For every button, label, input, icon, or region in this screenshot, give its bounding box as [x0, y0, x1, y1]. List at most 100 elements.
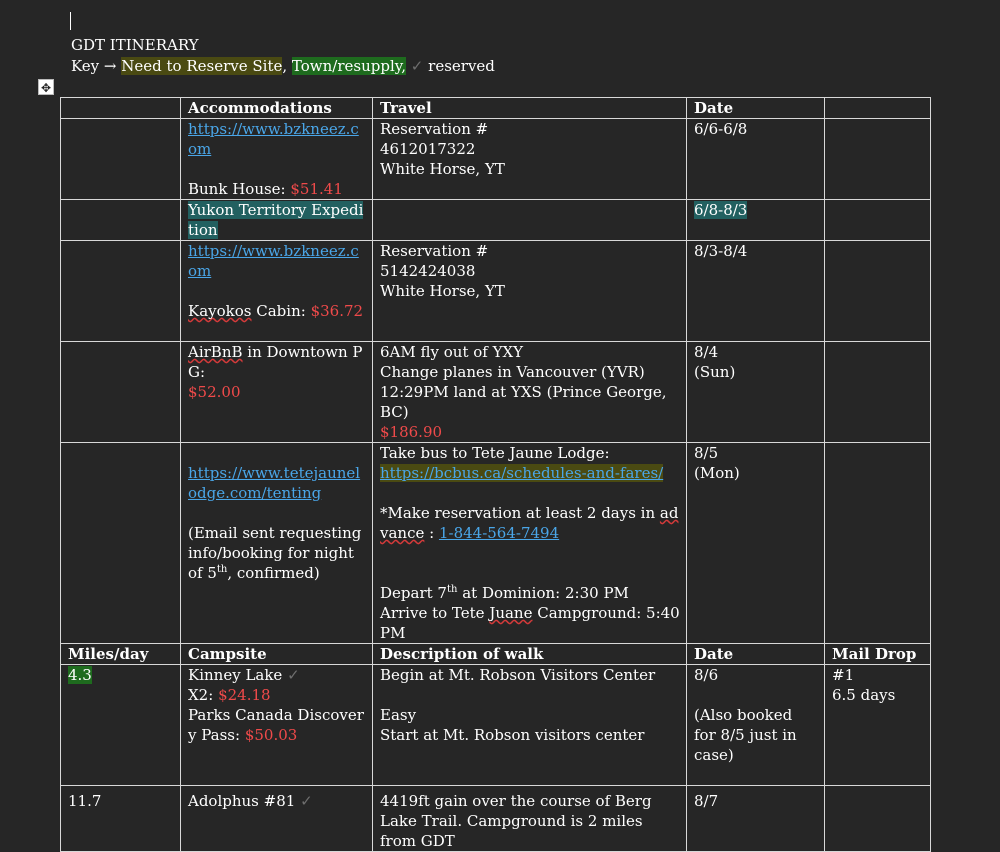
- travel-line: 6AM fly out of YXY: [380, 343, 524, 361]
- itinerary-table: Accommodations Travel Date https://www.b…: [60, 97, 931, 852]
- header-travel: Travel: [372, 97, 687, 119]
- header-blank: [824, 97, 931, 119]
- campsite-cell: Adolphus #81 ✓: [180, 785, 373, 852]
- mail-drop-cell: #1 6.5 days: [824, 664, 931, 786]
- spellcheck-word: AirBnB: [188, 343, 243, 361]
- travel-line: 5142424038: [380, 262, 476, 280]
- cell: [60, 240, 181, 342]
- table-row: 11.7 Adolphus #81 ✓ 4419ft gain over the…: [60, 785, 931, 852]
- travel-cell: Reservation # 5142424038 White Horse, YT: [372, 240, 687, 342]
- header-date: Date: [686, 97, 825, 119]
- header-description: Description of walk: [372, 643, 687, 665]
- travel-note-colon: :: [424, 524, 439, 542]
- cell: [60, 118, 181, 200]
- accommodation-link[interactable]: https://www.bzkneez.com: [188, 242, 366, 282]
- accommodation-link[interactable]: https://www.bzkneez.com: [188, 120, 366, 160]
- date-cell: 6/6-6/8: [686, 118, 825, 200]
- key-town-highlight: Town/resupply,: [291, 57, 407, 75]
- key-reserve-highlight: Need to Reserve Site: [121, 57, 283, 75]
- text-cursor: [70, 12, 71, 30]
- header-blank: [60, 97, 181, 119]
- miles-cell: 4.3: [60, 664, 181, 786]
- date-cell: 8/3-8/4: [686, 240, 825, 342]
- travel-cell: 6AM fly out of YXY Change planes in Vanc…: [372, 341, 687, 443]
- campsite-cell: Kinney Lake ✓ X2: $24.18 Parks Canada Di…: [180, 664, 373, 786]
- travel-line: 4612017322: [380, 140, 476, 158]
- mail-drop-days: 6.5 days: [832, 686, 896, 704]
- check-icon: ✓: [410, 57, 424, 75]
- campsite-name: Kinney Lake: [188, 666, 288, 684]
- expedition-highlight: Yukon Territory Expedition: [188, 201, 364, 239]
- date-cell: 8/5 (Mon): [686, 442, 825, 644]
- accommodation-label: Bunk House:: [188, 180, 286, 198]
- spellcheck-word: Kayokos: [188, 302, 252, 320]
- travel-cell: Reservation # 4612017322 White Horse, YT: [372, 118, 687, 200]
- date-cell: 6/8-8/3: [686, 199, 825, 241]
- check-icon: ✓: [300, 792, 313, 810]
- cell: [372, 199, 687, 241]
- table-row: https://www.tetejaunelodge.com/tenting (…: [60, 442, 931, 644]
- date-line: 8/5: [694, 444, 719, 462]
- cell: [824, 442, 931, 644]
- cell: [60, 199, 181, 241]
- key-legend: Key → Need to Reserve Site, Town/resuppl…: [71, 56, 495, 76]
- table-row: Yukon Territory Expedition 6/8-8/3: [60, 199, 931, 241]
- travel-line: Reservation #: [380, 242, 489, 260]
- cell: [824, 240, 931, 342]
- cell: [824, 118, 931, 200]
- key-reserved: reserved: [428, 57, 495, 75]
- header-accommodations: Accommodations: [180, 97, 373, 119]
- table-header-row: Accommodations Travel Date: [60, 97, 931, 119]
- accommodation-price: $52.00: [188, 383, 241, 401]
- key-prefix: Key →: [71, 57, 122, 75]
- parks-pass-price: $50.03: [244, 726, 298, 744]
- header-date: Date: [686, 643, 825, 665]
- travel-cell: Take bus to Tete Jaune Lodge: https://bc…: [372, 442, 687, 644]
- date-line: (Mon): [694, 464, 740, 482]
- accommodation-price: $36.72: [310, 302, 364, 320]
- phone-link[interactable]: 1-844-564-7494: [439, 524, 559, 542]
- depart-line: Depart 7: [380, 584, 447, 602]
- table-row: 4.3 Kinney Lake ✓ X2: $24.18 Parks Canad…: [60, 664, 931, 786]
- date-note: (Also booked for 8/5 just in case): [694, 706, 797, 764]
- cell: [824, 199, 931, 241]
- description-cell: 4419ft gain over the course of Berg Lake…: [372, 785, 687, 852]
- header-mail-drop: Mail Drop: [824, 643, 931, 665]
- cell: [60, 341, 181, 443]
- description-line: Easy: [380, 706, 417, 724]
- cell: [824, 785, 931, 852]
- description-line: Start at Mt. Robson visitors center: [380, 726, 645, 744]
- accommodation-link[interactable]: https://www.tetejaunelodge.com/tenting: [188, 463, 366, 503]
- key-comma: ,: [282, 57, 288, 75]
- superscript: th: [446, 584, 458, 595]
- accommodation-cell: https://www.bzkneez.com Bunk House: $51.…: [180, 118, 373, 200]
- date-cell: 8/4 (Sun): [686, 341, 825, 443]
- table-move-handle-icon[interactable]: ✥: [38, 79, 54, 95]
- date-line: 8/6: [694, 666, 719, 684]
- travel-line: Reservation #: [380, 120, 489, 138]
- accommodation-label: Cabin:: [251, 302, 306, 320]
- travel-line: Take bus to Tete Jaune Lodge:: [380, 444, 610, 462]
- date-line: (Sun): [694, 363, 736, 381]
- travel-line: White Horse, YT: [380, 160, 505, 178]
- bus-link[interactable]: https://bcbus.ca/schedules-and-fares/: [380, 464, 664, 482]
- campsite-x2: X2:: [188, 686, 214, 704]
- superscript: th: [216, 564, 228, 575]
- accommodation-cell: AirBnB in Downtown PG: $52.00: [180, 341, 373, 443]
- table-row: https://www.bzkneez.com Kayokos Cabin: $…: [60, 240, 931, 342]
- table-header-row: Miles/day Campsite Description of walk D…: [60, 643, 931, 665]
- travel-line: Change planes in Vancouver (YVR): [380, 363, 645, 381]
- doc-title: GDT ITINERARY: [71, 36, 199, 54]
- table-row: https://www.bzkneez.com Bunk House: $51.…: [60, 118, 931, 200]
- description-line: Begin at Mt. Robson Visitors Center: [380, 666, 656, 684]
- travel-note: *Make reservation at least 2 days in: [380, 504, 660, 522]
- mail-drop-number: #1: [832, 666, 855, 684]
- travel-line: White Horse, YT: [380, 282, 505, 300]
- description-cell: Begin at Mt. Robson Visitors Center Easy…: [372, 664, 687, 786]
- campsite-price: $24.18: [218, 686, 271, 704]
- travel-price: $186.90: [380, 423, 443, 441]
- depart-line-end: at Dominion: 2:30 PM: [457, 584, 629, 602]
- date-cell: 8/7: [686, 785, 825, 852]
- date-line: 8/4: [694, 343, 719, 361]
- header-miles: Miles/day: [60, 643, 181, 665]
